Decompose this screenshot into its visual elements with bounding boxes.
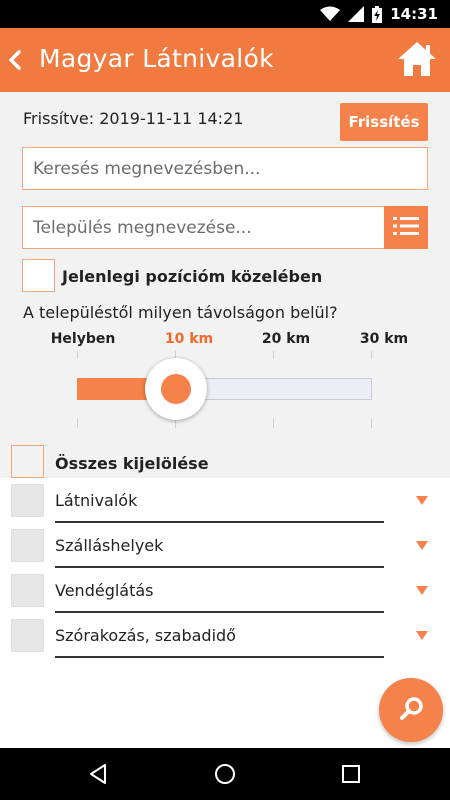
category-underline	[55, 656, 384, 658]
category-row-entertainment[interactable]: Szórakozás, szabadidő	[0, 613, 450, 658]
search-input[interactable]	[22, 147, 428, 190]
tick-mark	[77, 418, 78, 428]
last-updated-text: Frissítve: 2019-11-11 14:21	[23, 109, 244, 128]
category-label: Vendéglátás	[55, 581, 154, 600]
tick-mark	[273, 351, 274, 359]
category-label: Szálláshelyek	[55, 536, 164, 555]
search-icon	[400, 697, 423, 720]
category-checkbox[interactable]	[11, 574, 44, 607]
slider-thumb-dot	[161, 374, 191, 404]
category-label: Látnivalók	[55, 491, 138, 510]
tick-mark	[371, 418, 372, 428]
dropdown-arrow-icon[interactable]	[416, 631, 428, 640]
dropdown-arrow-icon[interactable]	[416, 586, 428, 595]
distance-question: A településtől milyen távolságon belül?	[23, 303, 338, 322]
tick-mark	[371, 351, 372, 359]
category-row-sights[interactable]: Látnivalók	[0, 478, 450, 523]
back-nav-icon[interactable]	[87, 763, 109, 785]
tick-mark	[77, 351, 78, 359]
wifi-icon	[320, 6, 341, 21]
category-row-catering[interactable]: Vendéglátás	[0, 568, 450, 613]
category-checkbox[interactable]	[11, 619, 44, 652]
home-icon[interactable]	[396, 40, 438, 78]
near-position-label: Jelenlegi pozícióm közelében	[62, 267, 323, 286]
refresh-button[interactable]: Frissítés	[340, 103, 428, 141]
app-bar: Magyar Látnivalók	[0, 28, 450, 92]
tick-label-30km[interactable]: 30 km	[360, 331, 408, 347]
near-position-checkbox[interactable]	[22, 259, 55, 292]
distance-slider-thumb[interactable]	[145, 358, 207, 420]
category-row-accommodation[interactable]: Szálláshelyek	[0, 523, 450, 568]
select-all-checkbox[interactable]	[11, 445, 44, 478]
tick-label-10km[interactable]: 10 km	[165, 331, 213, 347]
battery-charging-icon	[372, 5, 383, 23]
signal-icon	[348, 6, 365, 22]
category-label: Szórakozás, szabadidő	[55, 626, 236, 645]
recents-nav-icon[interactable]	[341, 764, 361, 784]
tick-label-local[interactable]: Helyben	[51, 331, 116, 347]
search-fab-button[interactable]	[379, 678, 443, 742]
town-list-button[interactable]	[384, 206, 428, 249]
list-icon	[393, 217, 419, 235]
select-all-label: Összes kijelölése	[55, 454, 209, 473]
page-title: Magyar Látnivalók	[39, 44, 274, 73]
town-input[interactable]	[22, 206, 384, 249]
category-checkbox[interactable]	[11, 484, 44, 517]
system-nav-bar	[0, 748, 450, 800]
category-checkbox[interactable]	[11, 529, 44, 562]
tick-label-20km[interactable]: 20 km	[262, 331, 310, 347]
tick-mark	[273, 418, 274, 428]
dropdown-arrow-icon[interactable]	[416, 496, 428, 505]
home-nav-icon[interactable]	[214, 763, 236, 785]
status-bar: 14:31	[0, 0, 450, 28]
dropdown-arrow-icon[interactable]	[416, 541, 428, 550]
clock: 14:31	[390, 5, 438, 23]
chevron-left-icon[interactable]	[4, 44, 26, 76]
